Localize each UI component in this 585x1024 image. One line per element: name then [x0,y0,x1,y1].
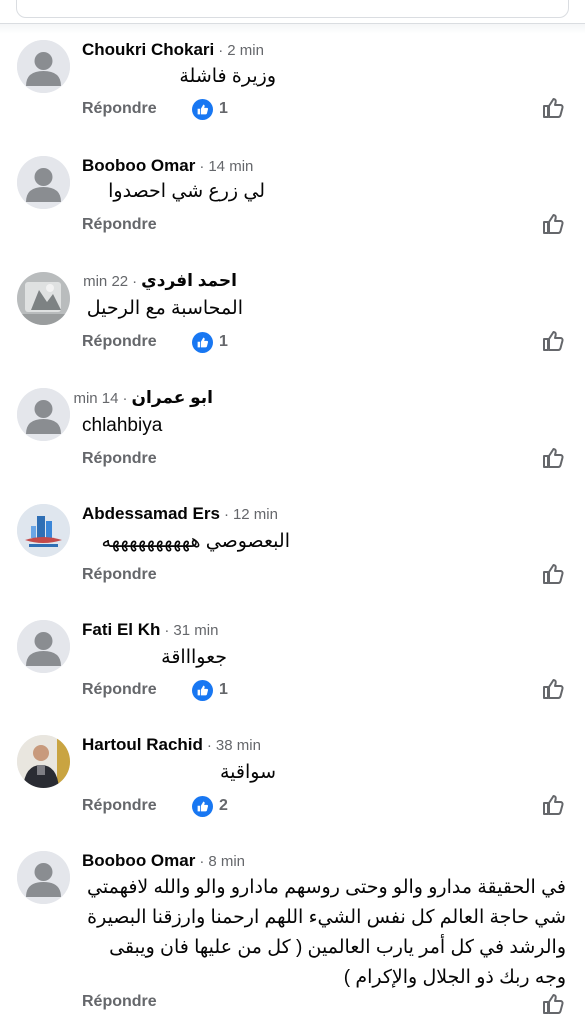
top-bar [0,0,585,34]
comment-meta: Choukri Chokari · 2 min [82,39,264,61]
author-name[interactable]: احمد افردي [141,271,237,290]
comment-meta: Fati El Kh · 31 min [82,619,218,641]
comment-actions: Répondre [82,448,572,470]
author-name[interactable]: ابو عمران [131,388,213,407]
photo-avatar-icon[interactable] [17,735,70,788]
reaction-count: 1 [219,100,228,117]
comment-actions: Répondre 1 [82,679,572,701]
reply-button[interactable]: Répondre [82,448,157,470]
comment-text: في الحقيقة مدارو والو وحتى روسهم مادارو … [87,877,566,988]
reaction-summary[interactable]: 1 [192,679,228,701]
separator: · [206,737,212,754]
comment-meta: احمد افردي·22 min [0,270,585,292]
default-avatar-icon[interactable] [17,156,70,209]
reply-button[interactable]: Répondre [82,679,157,701]
timestamp[interactable]: 12 min [233,506,278,523]
comment-actions: Répondre [82,564,572,586]
timestamp[interactable]: 14 min [208,158,253,175]
like-reaction-icon [192,795,213,817]
author-name[interactable]: Booboo Omar [82,156,195,175]
comment-actions: Répondre [82,214,572,236]
like-thumb-icon[interactable] [541,329,565,353]
author-name[interactable]: Choukri Chokari [82,40,214,59]
author-name[interactable]: Abdessamad Ers [82,504,220,523]
meta-rtl-wrap: احمد افردي·22 min [83,270,237,293]
comment-text: وزيرة فاشلة [179,66,276,87]
comment-meta: ابو عمران·14 min [0,387,585,409]
comment-meta: Abdessamad Ers · 12 min [82,503,278,525]
timestamp[interactable]: 14 min [73,390,118,407]
reply-button[interactable]: Répondre [82,564,157,586]
reaction-count: 1 [219,681,228,698]
reply-button[interactable]: Répondre [82,214,157,236]
logo-avatar-icon[interactable] [17,504,70,557]
comment-text: لي زرع شي احصدوا [108,181,265,202]
reply-button[interactable]: Répondre [82,331,157,353]
comment-actions: Répondre 1 [82,98,572,120]
like-thumb-icon[interactable] [541,793,565,817]
comment-text: المحاسبة مع الرحيل [86,298,243,319]
comment-actions: Répondre 2 [82,795,572,817]
comment-item: ابو عمران·14 min chlahbiya Répondre [0,380,585,495]
reaction-count: 1 [219,333,228,350]
author-name[interactable]: Fati El Kh [82,620,160,639]
default-avatar-icon[interactable] [17,851,70,904]
like-reaction-icon [192,331,213,353]
comment-item: Hartoul Rachid · 38 min سواقية Répondre 2 [0,727,585,842]
separator: · [218,42,224,59]
author-name[interactable]: Hartoul Rachid [82,735,203,754]
reply-button[interactable]: Répondre [82,991,157,1013]
comment-actions: Répondre [82,991,572,1016]
reaction-summary[interactable]: 2 [192,795,228,817]
separator: · [223,506,229,523]
comment-text: سواقية [219,762,276,783]
comment-item: احمد افردي·22 min المحاسبة مع الرحيل Rép… [0,264,585,379]
comment-item: Booboo Omar · 14 min لي زرع شي احصدوا Répo… [0,148,585,263]
like-thumb-icon[interactable] [541,96,565,120]
comment-meta: Hartoul Rachid · 38 min [82,734,261,756]
like-thumb-icon[interactable] [541,677,565,701]
separator: · [132,273,138,290]
comment-meta: Booboo Omar · 14 min [82,155,253,177]
like-reaction-icon [192,98,213,120]
timestamp[interactable]: 8 min [208,853,245,870]
comment-item: Booboo Omar · 8 min في الحقيقة مدارو والو … [0,843,585,1024]
timestamp[interactable]: 22 min [83,273,128,290]
comment-item: Fati El Kh · 31 min جعواااقة Répondre 1 [0,612,585,727]
default-avatar-icon[interactable] [17,40,70,93]
comment-text: chlahbiya [82,415,163,436]
comment-text: البعصوصي ههههههههههه [101,531,290,552]
timestamp[interactable]: 2 min [227,42,264,59]
timestamp[interactable]: 31 min [173,622,218,639]
reaction-summary[interactable]: 1 [192,98,228,120]
reply-button[interactable]: Répondre [82,795,157,817]
separator: · [122,390,128,407]
separator: · [199,853,205,870]
reply-button[interactable]: Répondre [82,98,157,120]
timestamp[interactable]: 38 min [216,737,261,754]
comment-actions: Répondre 1 [82,331,572,353]
like-thumb-icon[interactable] [541,992,565,1016]
comment-item: Abdessamad Ers · 12 min البعصوصي ههههههههه… [0,496,585,611]
reaction-summary[interactable]: 1 [192,331,228,353]
default-avatar-icon[interactable] [17,620,70,673]
author-name[interactable]: Booboo Omar [82,851,195,870]
separator: · [164,622,170,639]
comment-input-field[interactable] [16,0,569,18]
comment-item: Choukri Chokari · 2 min وزيرة فاشلة Répond… [0,32,585,147]
separator: · [199,158,205,175]
comment-text: جعواااقة [161,647,227,668]
like-thumb-icon[interactable] [541,562,565,586]
reaction-count: 2 [219,797,228,814]
like-thumb-icon[interactable] [541,446,565,470]
meta-rtl-wrap: ابو عمران·14 min [73,387,213,410]
like-reaction-icon [192,679,213,701]
like-thumb-icon[interactable] [541,212,565,236]
comment-meta: Booboo Omar · 8 min [82,850,245,872]
